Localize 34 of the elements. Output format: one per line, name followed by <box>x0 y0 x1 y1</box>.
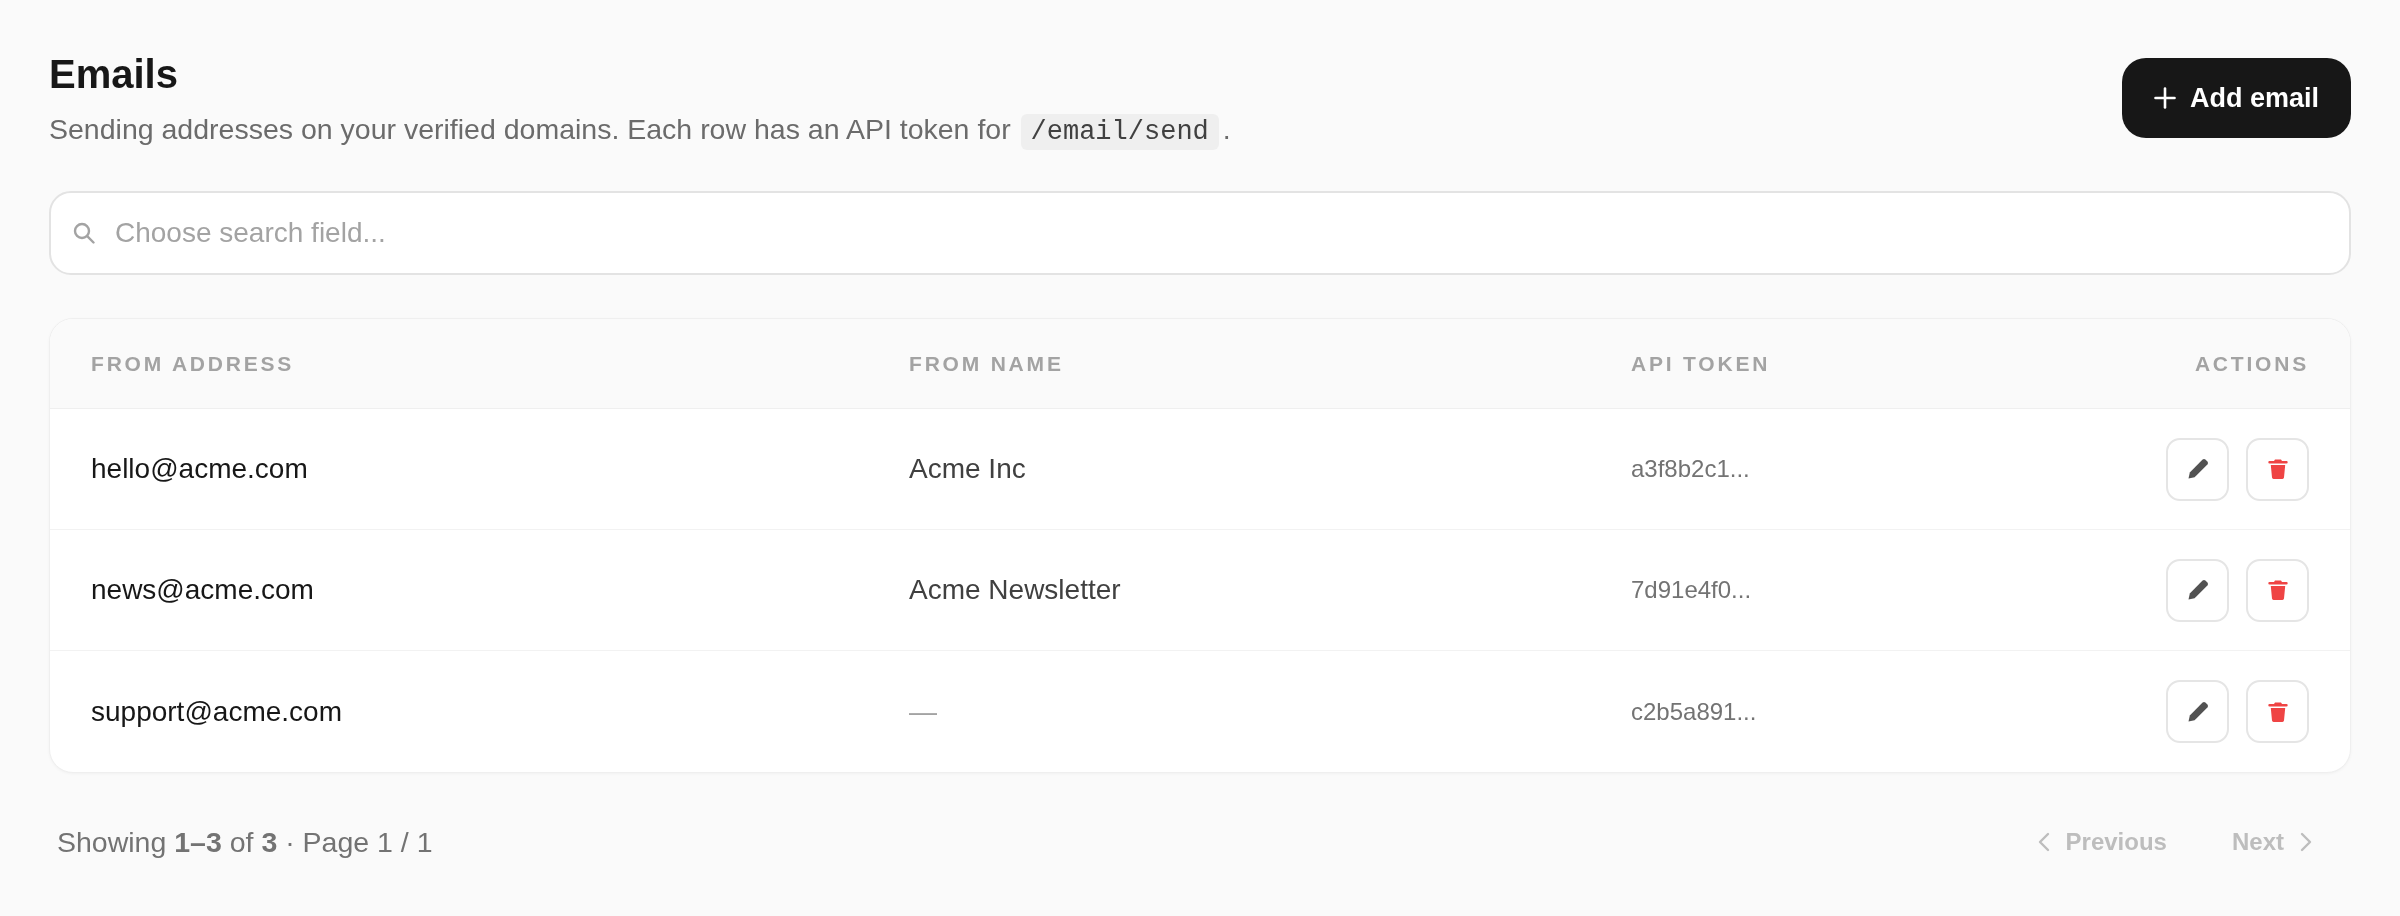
pencil-icon <box>2186 700 2209 723</box>
delete-button[interactable] <box>2246 437 2309 501</box>
trash-icon <box>2266 579 2289 601</box>
table-cell-text: c2b5a891... <box>1631 696 1757 727</box>
pagination-summary: Showing 1–3 of 3 · Page 1 / 1 <box>57 824 433 860</box>
page-subtitle: Sending addresses on your verified domains. Each row has an API token for /email/send . <box>49 110 1231 151</box>
pencil-icon <box>2186 579 2209 601</box>
edit-button[interactable] <box>2166 558 2229 622</box>
table-cell-text: 7d91e4f0... <box>1631 575 1752 605</box>
table-cell-text: hello@acme.com <box>91 452 308 486</box>
pencil-icon <box>2186 458 2209 480</box>
search-field[interactable]: Choose search field... <box>49 191 2351 275</box>
table-cell-text: Acme Newsletter <box>909 573 1121 607</box>
table-cell-text: news@acme.com <box>91 573 314 607</box>
chevron-right-icon <box>2300 832 2312 852</box>
table-cell-text: — <box>909 694 937 729</box>
page-title: Emails <box>49 51 179 98</box>
plus-icon <box>2153 87 2176 109</box>
chevron-left-icon <box>2037 832 2050 852</box>
table-cell-text: a3f8b2c1... <box>1631 454 1750 484</box>
search-icon <box>73 222 95 244</box>
column-header: ACTIONS <box>2194 350 2309 377</box>
table-cell-text: support@acme.com <box>91 694 342 729</box>
column-header: FROM NAME <box>909 350 1064 377</box>
column-header: API TOKEN <box>1631 350 1771 377</box>
add-email-button[interactable]: Add email <box>2121 58 2351 138</box>
edit-button[interactable] <box>2166 680 2229 743</box>
trash-icon <box>2266 458 2289 480</box>
trash-icon <box>2266 700 2289 723</box>
edit-button[interactable] <box>2166 437 2229 501</box>
delete-button[interactable] <box>2246 558 2309 622</box>
column-header: FROM ADDRESS <box>91 350 295 377</box>
table-cell-text: Acme Inc <box>909 452 1026 486</box>
delete-button[interactable] <box>2246 680 2309 743</box>
